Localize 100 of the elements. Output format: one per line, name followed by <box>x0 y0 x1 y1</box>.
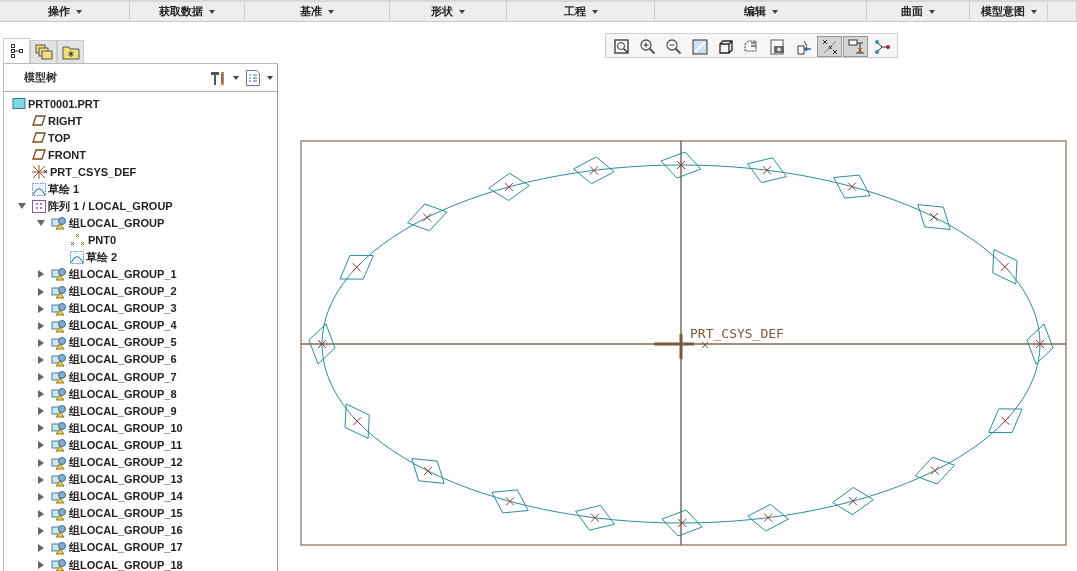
folder-star-tab[interactable] <box>57 40 84 63</box>
pattern-instance <box>308 323 336 365</box>
tree-item[interactable]: 组LOCAL_GROUP_13 <box>69 472 183 488</box>
pattern-instance <box>917 204 951 230</box>
expand-arrow-icon[interactable] <box>38 561 44 570</box>
list-icon[interactable] <box>245 68 261 87</box>
collapse-arrow-icon[interactable] <box>18 203 26 210</box>
tree-item[interactable]: 草绘 1 <box>48 181 80 197</box>
pattern-instance <box>339 254 374 280</box>
pattern-instance <box>411 458 445 484</box>
menu-item[interactable]: 形状 <box>390 2 507 21</box>
tree-item[interactable]: 组LOCAL_GROUP_6 <box>69 352 177 368</box>
tree-item[interactable]: 组LOCAL_GROUP_10 <box>69 420 183 436</box>
menu-item[interactable]: 操作 <box>0 2 130 21</box>
menu-item[interactable]: 编辑 <box>655 2 867 21</box>
csys-display-icon <box>846 37 865 56</box>
expand-arrow-icon[interactable] <box>38 475 44 484</box>
tree-item[interactable]: 组LOCAL_GROUP_11 <box>69 437 183 453</box>
tree-item[interactable]: 组LOCAL_GROUP <box>69 215 165 231</box>
group-icon <box>51 404 67 419</box>
tree-item[interactable]: 组LOCAL_GROUP_15 <box>69 506 183 522</box>
expand-arrow-icon[interactable] <box>38 270 44 279</box>
group-icon <box>51 301 67 316</box>
csys-label: PRT_CSYS_DEF <box>690 326 784 341</box>
caret-icon <box>929 9 935 14</box>
tree-item[interactable]: 组LOCAL_GROUP_8 <box>69 386 177 402</box>
expand-arrow-icon[interactable] <box>38 287 44 296</box>
csys-origin-mark <box>701 341 709 349</box>
tree-item[interactable]: 组LOCAL_GROUP_3 <box>69 301 177 317</box>
csys-display-button[interactable] <box>843 36 868 57</box>
tree-item[interactable]: 组LOCAL_GROUP_4 <box>69 318 177 334</box>
tree-item[interactable]: 组LOCAL_GROUP_7 <box>69 369 177 385</box>
menu-item[interactable]: 基准 <box>245 2 390 21</box>
caret-icon <box>591 9 598 14</box>
tree-item[interactable]: 组LOCAL_GROUP_18 <box>69 557 183 571</box>
tree-item[interactable]: 组LOCAL_GROUP_2 <box>69 284 177 300</box>
group-icon <box>51 489 67 504</box>
tree-item[interactable]: TOP <box>48 131 71 144</box>
tree-item[interactable]: PNT0 <box>88 234 117 247</box>
tree-item[interactable]: 草绘 2 <box>86 249 118 265</box>
caret-icon[interactable] <box>267 75 273 80</box>
expand-arrow-icon[interactable] <box>38 492 44 501</box>
tree-item[interactable]: 组LOCAL_GROUP_17 <box>69 540 183 556</box>
caret-icon <box>459 9 465 14</box>
expand-arrow-icon[interactable] <box>38 407 44 416</box>
group-icon <box>51 455 67 470</box>
pattern-instance <box>914 456 955 485</box>
pattern-icon <box>32 199 46 213</box>
group-icon <box>51 472 67 487</box>
nodes-icon <box>872 37 891 56</box>
group-icon <box>51 541 67 555</box>
group-icon <box>51 267 67 282</box>
caret-icon <box>328 9 334 14</box>
expand-arrow-icon[interactable] <box>38 355 44 364</box>
expand-arrow-icon[interactable] <box>38 321 44 330</box>
tree-item[interactable]: 组LOCAL_GROUP_12 <box>69 455 183 470</box>
pattern-instance <box>1026 323 1054 365</box>
menu-item[interactable]: 获取数据 <box>130 2 245 21</box>
sketch-icon <box>32 182 46 196</box>
group-icon <box>51 370 67 385</box>
tree-item[interactable]: PRT0001.PRT <box>28 97 100 110</box>
folder-star-icon <box>61 44 80 60</box>
expand-arrow-icon[interactable] <box>38 338 44 347</box>
tree-item[interactable]: PRT_CSYS_DEF <box>50 165 137 178</box>
caret-icon <box>75 9 82 14</box>
expand-arrow-icon[interactable] <box>38 458 44 467</box>
group-icon <box>51 318 67 333</box>
tree-item[interactable]: 组LOCAL_GROUP_1 <box>69 267 177 282</box>
group-icon <box>51 421 67 436</box>
coordinate-system-icon <box>32 164 48 179</box>
point-display-button[interactable] <box>817 36 842 57</box>
tree-item[interactable]: 组LOCAL_GROUP_9 <box>69 403 177 419</box>
caret-icon[interactable] <box>233 75 239 80</box>
expand-arrow-icon[interactable] <box>38 424 44 433</box>
expand-arrow-icon[interactable] <box>38 509 44 518</box>
point-display-icon <box>820 37 839 56</box>
tree-item[interactable]: 阵列 1 / LOCAL_GROUP <box>48 198 173 214</box>
collapse-arrow-icon[interactable] <box>37 220 45 227</box>
group-icon <box>51 284 67 299</box>
pattern-instance <box>573 156 615 185</box>
expand-arrow-icon[interactable] <box>38 373 44 382</box>
menu-item[interactable]: 模型意图 <box>970 2 1048 21</box>
pattern-instance <box>992 249 1018 285</box>
tree-item[interactable]: 组LOCAL_GROUP_14 <box>69 489 183 505</box>
tree-item[interactable]: 组LOCAL_GROUP_5 <box>69 335 177 351</box>
menu-item[interactable]: 曲面 <box>867 2 970 21</box>
expand-arrow-icon[interactable] <box>38 544 44 552</box>
expand-arrow-icon[interactable] <box>38 526 44 535</box>
expand-arrow-icon[interactable] <box>38 441 44 450</box>
group-icon <box>51 558 67 571</box>
tools-icon[interactable] <box>209 69 227 86</box>
tree-item[interactable]: RIGHT <box>48 114 83 127</box>
tree-tab[interactable] <box>3 38 30 63</box>
expand-arrow-icon[interactable] <box>38 390 44 399</box>
tree-item[interactable]: 组LOCAL_GROUP_16 <box>69 523 183 539</box>
cube-icon <box>716 37 735 56</box>
pattern-instance <box>344 403 370 439</box>
tree-item[interactable]: FRONT <box>48 148 86 161</box>
expand-arrow-icon[interactable] <box>38 304 44 313</box>
menu-item[interactable]: 工程 <box>507 2 655 21</box>
